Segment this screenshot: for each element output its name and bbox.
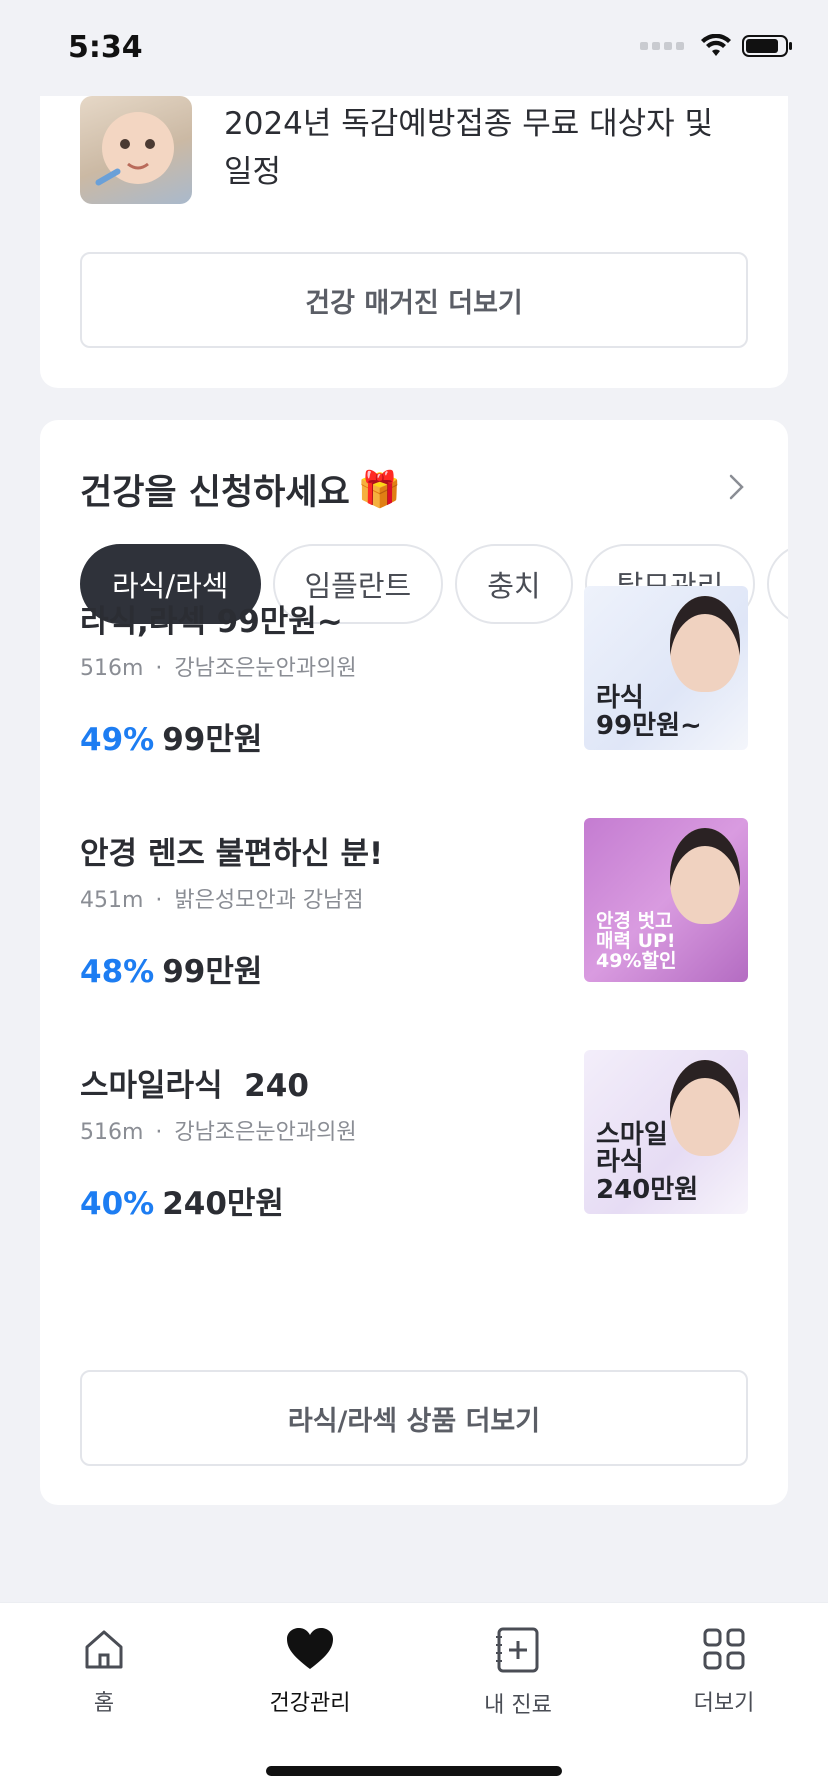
cellular-signal-icon (640, 42, 684, 50)
tab-health[interactable]: 건강관리 (230, 1627, 390, 1717)
product-item[interactable]: 스마일라식 240 516m · 강남조은눈안과의원 40% 240만원 스마일 라식… (80, 1050, 748, 1228)
section-title: 건강을 신청하세요 🎁 (80, 464, 401, 515)
status-bar: 5:34 (0, 0, 828, 96)
tab-my-care[interactable]: 내 진료 (438, 1627, 598, 1719)
section-title-text: 건강을 신청하세요 (80, 473, 350, 513)
product-discount: 48% (80, 954, 155, 990)
home-indicator (266, 1766, 562, 1776)
product-image: 안경 벗고 매력 UP! 49%할인 (584, 818, 748, 982)
medical-note-icon (496, 1627, 539, 1673)
product-item[interactable]: 안경 렌즈 불편하신 분! 451m · 밝은성모안과 강남점 48% 99만원 안경… (80, 818, 748, 996)
article-thumbnail[interactable] (80, 96, 192, 204)
model-photo (670, 828, 740, 924)
product-price: 99만원 (162, 722, 263, 758)
product-price-row: 40% 240만원 (80, 1178, 284, 1223)
tab-label: 건강관리 (269, 1691, 351, 1716)
home-icon (85, 1630, 123, 1669)
product-discount: 40% (80, 1186, 155, 1222)
product-distance: 516m (80, 656, 144, 681)
product-meta: 516m · 강남조은눈안과의원 (80, 656, 357, 681)
baby-photo-icon (95, 112, 174, 186)
grid-icon (703, 1628, 745, 1670)
health-apply-card: 건강을 신청하세요 🎁 라식/라섹 임플란트 충치 탈모관리 라식,라섹 99만… (40, 420, 788, 1505)
lasik-more-button[interactable]: 라식/라섹 상품 더보기 (80, 1370, 748, 1466)
tab-more[interactable]: 더보기 (644, 1627, 804, 1717)
product-title: 안경 렌즈 불편하신 분! (80, 836, 384, 872)
product-clinic: 밝은성모안과 강남점 (174, 888, 364, 913)
product-image-text: 라식 99만원~ (596, 683, 702, 741)
product-price: 99만원 (162, 954, 263, 990)
product-distance: 451m (80, 888, 144, 913)
product-price: 240만원 (162, 1186, 284, 1222)
status-icons (640, 34, 794, 58)
tab-label: 더보기 (693, 1691, 755, 1716)
battery-icon (742, 35, 792, 57)
product-image-text: 스마일 라식 240만원 (596, 1120, 699, 1205)
tab-label: 내 진료 (484, 1693, 552, 1718)
product-image-text: 안경 벗고 매력 UP! 49%할인 (596, 910, 677, 973)
chevron-right-icon[interactable] (726, 472, 748, 502)
tab-label: 홈 (93, 1691, 115, 1716)
product-clinic: 강남조은눈안과의원 (174, 1120, 357, 1145)
article-title[interactable]: 2024년 독감예방접종 무료 대상자 및 일정 (224, 100, 744, 196)
product-image: 스마일 라식 240만원 (584, 1050, 748, 1214)
product-clinic: 강남조은눈안과의원 (174, 656, 357, 681)
product-discount: 49% (80, 722, 155, 758)
product-distance: 516m (80, 1120, 144, 1145)
product-title: 라식,라섹 99만원~ (80, 604, 343, 640)
model-photo (670, 596, 740, 692)
product-price-row: 49% 99만원 (80, 714, 262, 759)
status-time: 5:34 (68, 30, 143, 65)
gift-icon: 🎁 (357, 470, 402, 510)
product-image: 라식 99만원~ (584, 586, 748, 750)
wifi-icon (701, 34, 731, 56)
heart-icon (287, 1628, 333, 1669)
product-title: 스마일라식 240 (80, 1068, 309, 1104)
tab-home[interactable]: 홈 (24, 1627, 184, 1717)
magazine-more-button[interactable]: 건강 매거진 더보기 (80, 252, 748, 348)
chip-next[interactable] (767, 544, 788, 624)
product-item[interactable]: 라식,라섹 99만원~ 516m · 강남조은눈안과의원 49% 99만원 라식 99… (80, 586, 748, 764)
product-meta: 516m · 강남조은눈안과의원 (80, 1120, 357, 1145)
product-price-row: 48% 99만원 (80, 946, 262, 991)
product-meta: 451m · 밝은성모안과 강남점 (80, 888, 364, 913)
bottom-tab-bar: 홈 건강관리 내 진료 더보기 (0, 1602, 828, 1792)
health-magazine-card: 2024년 독감예방접종 무료 대상자 및 일정 건강 매거진 더보기 (40, 96, 788, 388)
